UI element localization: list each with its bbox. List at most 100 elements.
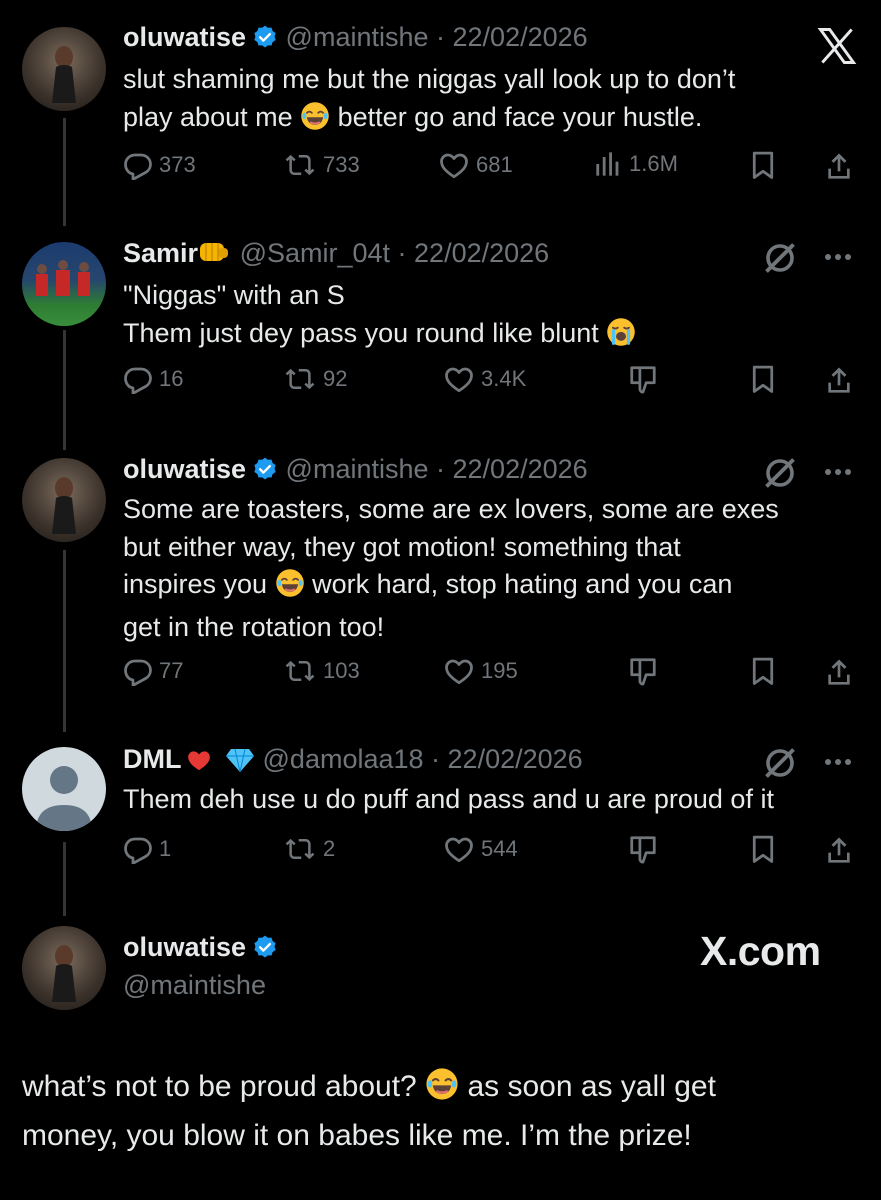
bookmark-icon xyxy=(748,364,778,394)
reply-icon xyxy=(123,150,153,180)
repost-button[interactable]: 92 xyxy=(283,364,347,394)
share-icon xyxy=(823,834,855,866)
tweet-date[interactable]: 22/02/2026 xyxy=(448,744,583,774)
author-handle: @maintishe xyxy=(123,970,266,1001)
dislike-button[interactable] xyxy=(628,656,658,686)
repost-button[interactable]: 103 xyxy=(283,656,360,686)
avatar[interactable] xyxy=(22,458,106,542)
repost-icon xyxy=(283,150,317,180)
display-name[interactable]: oluwatise xyxy=(123,454,246,484)
avatar[interactable] xyxy=(22,27,106,111)
tweet-date[interactable]: 22/02/2026 xyxy=(453,22,588,52)
like-icon xyxy=(438,150,470,180)
share-icon xyxy=(823,364,855,396)
tweet-text: slut shaming me but the niggas yall look… xyxy=(123,61,853,141)
tweet-actions: 373 733 681 1.6M xyxy=(123,150,863,190)
bookmark-icon xyxy=(748,834,778,864)
bookmark-button[interactable] xyxy=(748,150,778,180)
reply-button[interactable]: 373 xyxy=(123,150,196,180)
bookmark-icon xyxy=(748,150,778,180)
tweet-header: oluwatise @maintishe · 22/02/2026 xyxy=(123,454,588,489)
share-button[interactable] xyxy=(823,834,855,866)
dislike-icon xyxy=(628,656,658,686)
more-options-icon[interactable] xyxy=(818,242,858,277)
handle[interactable]: @damolaa18 xyxy=(263,744,424,774)
share-button[interactable] xyxy=(823,364,855,396)
tweet[interactable]: Samir @Samir_04t · 22/02/2026 "Niggas" w… xyxy=(0,230,881,450)
dislike-button[interactable] xyxy=(628,364,658,394)
avatar[interactable] xyxy=(22,242,106,326)
handle[interactable]: @maintishe xyxy=(123,970,266,1000)
display-name[interactable]: oluwatise xyxy=(123,932,246,962)
bookmark-button[interactable] xyxy=(748,364,778,394)
main-tweet-text: what’s not to be proud about? as soon as… xyxy=(22,1065,862,1158)
views-icon xyxy=(593,150,623,178)
tweet-text: Them deh use u do puff and pass and u ar… xyxy=(123,784,774,814)
tweet[interactable]: oluwatise @maintishe · 22/02/2026 Some a… xyxy=(0,450,881,740)
more-options-icon[interactable] xyxy=(818,457,858,492)
handle[interactable]: @maintishe xyxy=(286,454,429,484)
xcom-brand: X.com xyxy=(700,928,821,974)
crying-emoji-icon xyxy=(606,317,636,358)
like-icon xyxy=(443,834,475,864)
avatar[interactable] xyxy=(22,747,106,831)
share-button[interactable] xyxy=(823,656,855,688)
avatar[interactable] xyxy=(22,926,106,1010)
reply-button[interactable]: 16 xyxy=(123,364,183,394)
views-button[interactable]: 1.6M xyxy=(593,150,678,178)
share-button[interactable] xyxy=(823,150,855,182)
display-name[interactable]: DML xyxy=(123,744,181,774)
repost-icon xyxy=(283,364,317,394)
main-tweet[interactable]: oluwatise @maintishe X.com what’s not to… xyxy=(0,920,881,1200)
diamond-emoji-icon xyxy=(225,747,255,780)
fist-emoji-icon xyxy=(198,238,232,266)
handle[interactable]: @maintishe xyxy=(286,22,429,52)
tweet-actions: 1 2 544 xyxy=(123,834,863,874)
grok-icon[interactable] xyxy=(762,455,798,496)
reply-icon xyxy=(123,834,153,864)
share-icon xyxy=(823,150,855,182)
like-button[interactable]: 195 xyxy=(443,656,518,686)
like-button[interactable]: 681 xyxy=(438,150,513,180)
bookmark-button[interactable] xyxy=(748,656,778,686)
laughing-emoji-icon xyxy=(275,568,305,609)
like-icon xyxy=(443,656,475,686)
more-options-icon[interactable] xyxy=(818,747,858,782)
like-icon xyxy=(443,364,475,394)
handle[interactable]: @Samir_04t xyxy=(240,238,390,268)
grok-icon[interactable] xyxy=(762,240,798,281)
tweet-date[interactable]: 22/02/2026 xyxy=(453,454,588,484)
repost-icon xyxy=(283,656,317,686)
tweet-header: Samir @Samir_04t · 22/02/2026 xyxy=(123,238,550,268)
heart-emoji-icon xyxy=(185,747,213,780)
display-name[interactable]: oluwatise xyxy=(123,22,246,52)
repost-button[interactable]: 733 xyxy=(283,150,360,180)
bookmark-button[interactable] xyxy=(748,834,778,864)
grok-icon[interactable] xyxy=(762,745,798,786)
dislike-button[interactable] xyxy=(628,834,658,864)
like-button[interactable]: 544 xyxy=(443,834,518,864)
reply-button[interactable]: 1 xyxy=(123,834,171,864)
tweet-text: Some are toasters, some are ex lovers, s… xyxy=(123,494,779,642)
repost-button[interactable]: 2 xyxy=(283,834,335,864)
repost-icon xyxy=(283,834,317,864)
reply-button[interactable]: 77 xyxy=(123,656,183,686)
tweet-actions: 77 103 195 xyxy=(123,656,863,696)
like-button[interactable]: 3.4K xyxy=(443,364,526,394)
tweet[interactable]: DML @damolaa18 · 22/02/2026 Them deh use… xyxy=(0,740,881,920)
author-name: oluwatise xyxy=(123,932,278,967)
reply-icon xyxy=(123,656,153,686)
bookmark-icon xyxy=(748,656,778,686)
tweet-text: "Niggas" with an S Them just dey pass yo… xyxy=(123,277,853,357)
reply-icon xyxy=(123,364,153,394)
laughing-emoji-icon xyxy=(300,101,330,142)
verified-badge-icon xyxy=(252,456,278,489)
tweet-header: oluwatise @maintishe · 22/02/2026 xyxy=(123,22,588,57)
share-icon xyxy=(823,656,855,688)
tweet-actions: 16 92 3.4K xyxy=(123,364,863,404)
display-name[interactable]: Samir xyxy=(123,238,198,268)
verified-badge-icon xyxy=(252,934,278,967)
tweet[interactable]: oluwatise @maintishe · 22/02/2026 slut s… xyxy=(0,0,881,230)
tweet-date[interactable]: 22/02/2026 xyxy=(414,238,549,268)
verified-badge-icon xyxy=(252,24,278,57)
